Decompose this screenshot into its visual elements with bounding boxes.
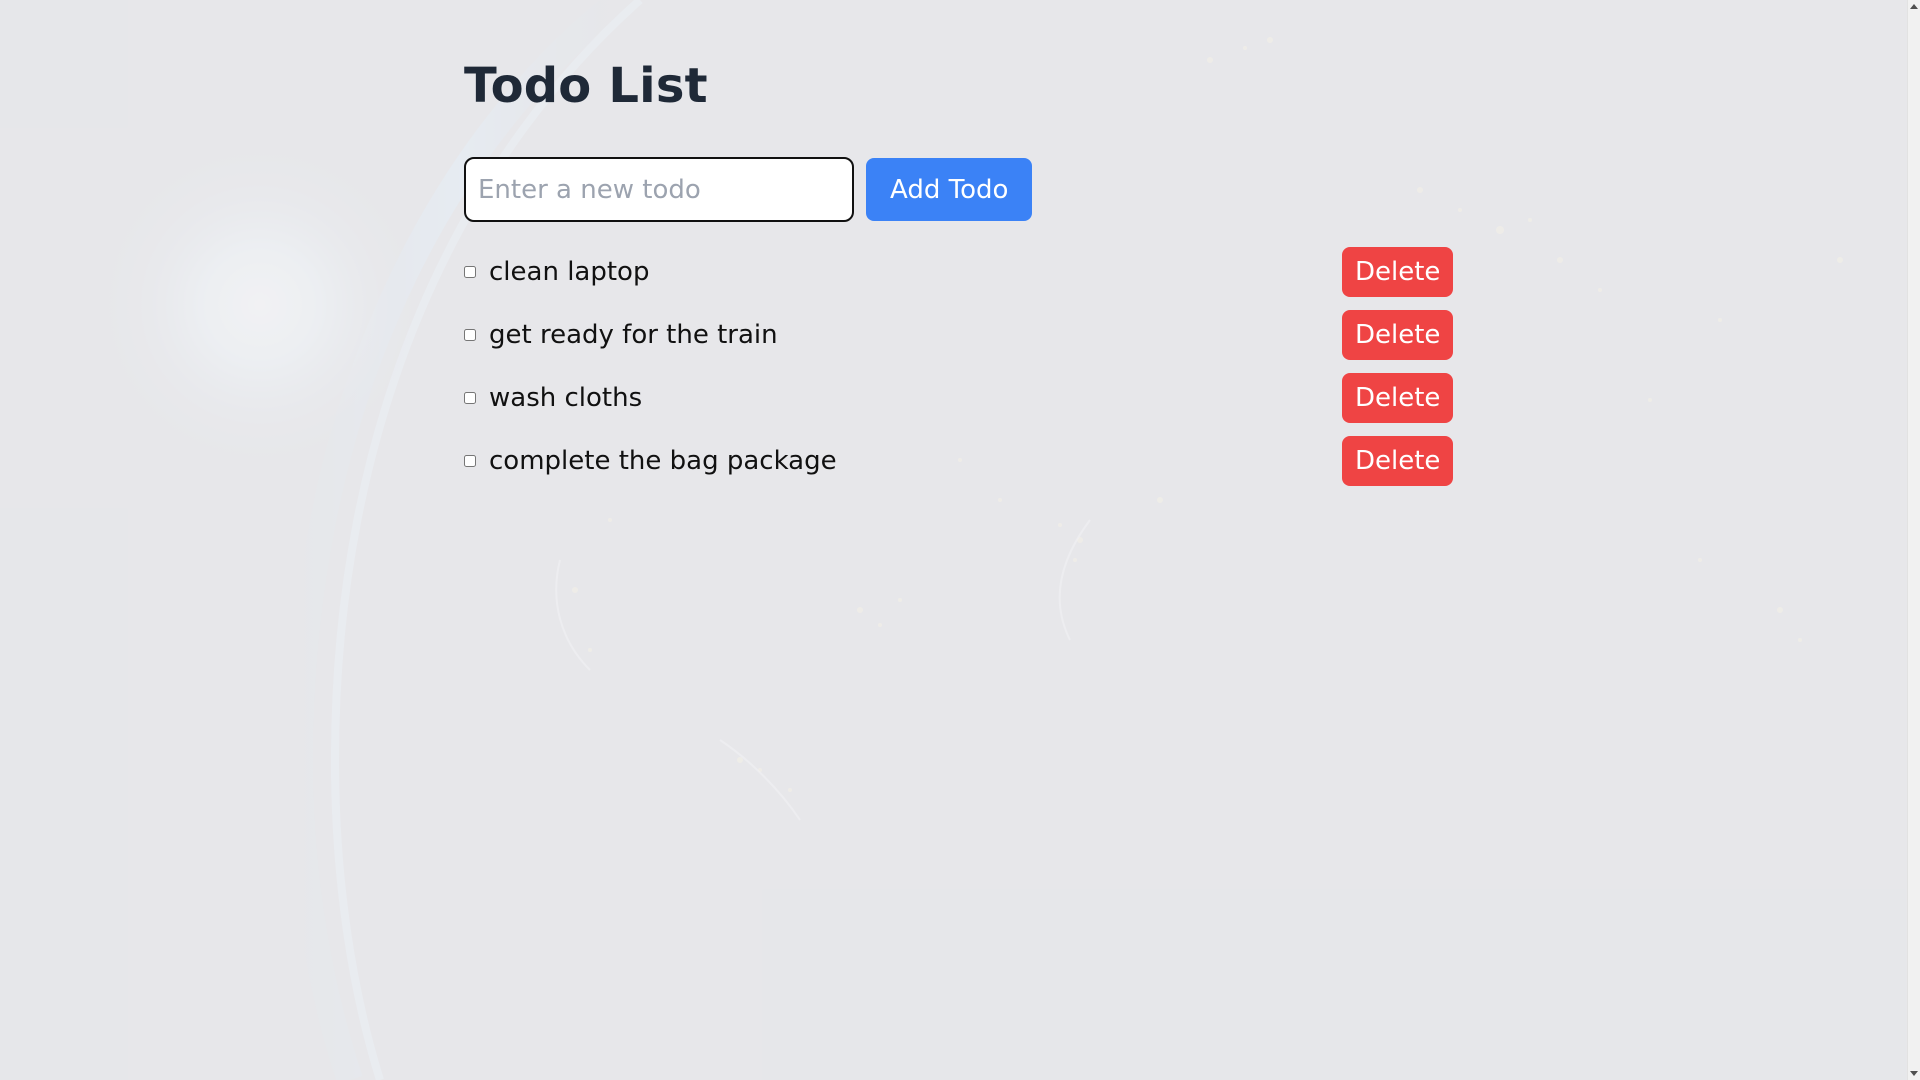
todo-checkbox[interactable] (464, 454, 476, 467)
delete-button[interactable]: Delete (1342, 373, 1454, 423)
todo-list: clean laptop Delete get ready for the tr… (464, 246, 1454, 498)
page-title: Todo List (464, 58, 708, 114)
triangle-up-icon[interactable] (1910, 4, 1918, 9)
add-todo-form: Add Todo (464, 157, 1033, 222)
todo-item: wash cloths Delete (464, 372, 1454, 423)
delete-button[interactable]: Delete (1342, 436, 1454, 486)
todo-text: get ready for the train (489, 319, 778, 350)
delete-button[interactable]: Delete (1342, 247, 1454, 297)
delete-button[interactable]: Delete (1342, 310, 1454, 360)
triangle-down-icon[interactable] (1910, 1071, 1918, 1076)
todo-checkbox[interactable] (464, 265, 476, 278)
todo-checkbox[interactable] (464, 391, 476, 404)
todo-text: clean laptop (489, 256, 650, 287)
add-todo-button[interactable]: Add Todo (866, 158, 1033, 221)
todo-item: get ready for the train Delete (464, 309, 1454, 360)
page: Todo List Add Todo clean laptop Delete g… (0, 0, 1920, 1080)
vertical-scrollbar[interactable] (1907, 0, 1920, 1080)
todo-text: wash cloths (489, 382, 643, 413)
todo-checkbox[interactable] (464, 328, 476, 341)
todo-input[interactable] (464, 157, 854, 222)
todo-text: complete the bag package (489, 445, 837, 476)
todo-item: complete the bag package Delete (464, 435, 1454, 486)
todo-item: clean laptop Delete (464, 246, 1454, 297)
